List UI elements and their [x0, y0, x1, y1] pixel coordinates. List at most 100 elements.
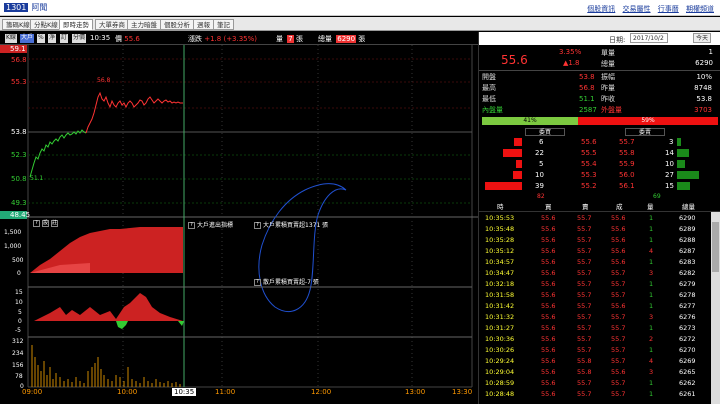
link-calendar[interactable]: 行事曆 [658, 5, 679, 13]
p3-tick-5: -5 [15, 327, 21, 334]
tick-ask: 55.7 [577, 379, 592, 387]
percent-button[interactable]: % [37, 34, 45, 43]
info-icon[interactable]: 註 [51, 220, 58, 227]
tick-row[interactable]: 10:28:48 55.6 55.7 55.7 1 6261 [479, 389, 720, 400]
xaxis-cursor: 10:35 [172, 388, 197, 396]
tab-notes[interactable]: 筆記 [213, 19, 234, 30]
bid-qty: 6 [539, 138, 544, 146]
ask-price: 56.0 [619, 171, 635, 179]
tab-realtime[interactable]: 即時走勢 [59, 19, 93, 30]
tick-row[interactable]: 10:31:58 55.6 55.7 55.7 1 6278 [479, 290, 720, 301]
tick-row[interactable]: 10:31:42 55.6 55.7 55.6 1 6277 [479, 301, 720, 312]
link-trade-attr[interactable]: 交易屬性 [623, 5, 651, 13]
orderbook-row[interactable]: 22 55.5 55.8 14 [479, 148, 720, 159]
tick-row[interactable]: 10:31:32 55.6 55.7 55.7 3 6276 [479, 312, 720, 323]
yaxis-top: 59.1 [0, 45, 27, 53]
tick-row[interactable]: 10:29:04 55.6 55.8 55.6 3 6265 [479, 367, 720, 378]
tick-ask: 55.7 [577, 269, 592, 277]
tick-col-ask: 賣 [582, 203, 589, 211]
tick-bid: 55.6 [541, 291, 556, 299]
stat-yvol-value: 8748 [694, 84, 712, 92]
tick-time: 10:28:59 [485, 379, 515, 387]
tick-price: 55.7 [611, 324, 626, 332]
total-unit: 張 [358, 35, 366, 43]
tick-time: 10:35:53 [485, 214, 515, 222]
order-button[interactable]: 訂 [60, 34, 69, 43]
tick-row[interactable]: 10:30:36 55.6 55.7 55.7 2 6272 [479, 334, 720, 345]
tick-row[interactable]: 10:35:12 55.6 55.7 55.6 4 6287 [479, 246, 720, 257]
tab-weekly[interactable]: 週報 [193, 19, 214, 30]
orderbook-row[interactable]: 10 55.3 56.0 27 [479, 170, 720, 181]
tick-ask: 55.7 [577, 258, 592, 266]
tick-bid: 55.6 [541, 214, 556, 222]
total-value: 6290 [336, 35, 357, 43]
link-options[interactable]: 期權頻道 [686, 5, 714, 13]
tick-total: 6279 [679, 280, 696, 288]
yaxis-level-3: 53.8 [11, 128, 27, 136]
price-dist-button[interactable]: 分價 [72, 34, 87, 43]
tick-row[interactable]: 10:35:53 55.6 55.7 55.6 1 6290 [479, 213, 720, 224]
intraday-chart-svg[interactable] [0, 45, 478, 404]
tab-stock-analysis[interactable]: 個股分析 [160, 19, 194, 30]
tick-qty: 1 [649, 324, 654, 332]
tick-row[interactable]: 10:30:26 55.6 55.7 55.7 1 6270 [479, 345, 720, 356]
net-button[interactable]: 淨 [48, 34, 57, 43]
buy-bar [516, 160, 522, 168]
bigplayer-button[interactable]: 大戶 [20, 34, 35, 43]
tick-bid: 55.6 [541, 357, 556, 365]
tick-price: 55.7 [611, 335, 626, 343]
tick-qty: 1 [649, 214, 654, 222]
tick-row[interactable]: 10:35:48 55.6 55.7 55.6 1 6289 [479, 224, 720, 235]
open-label: 51.1 [30, 175, 44, 182]
tick-time: 10:30:26 [485, 346, 515, 354]
retail-area [34, 293, 183, 321]
orderbook-row[interactable]: 39 55.2 56.1 15 [479, 181, 720, 192]
tab-chip-k[interactable]: 籌碼K線 [2, 19, 34, 30]
tick-bid: 55.6 [541, 335, 556, 343]
chart-area[interactable]: 59.1 56.8 55.3 53.8 52.3 50.8 49.3 48.45… [0, 45, 478, 404]
settings-icon[interactable]: 設 [42, 220, 49, 227]
quote-pct: 3.35% [559, 48, 582, 56]
tick-ask: 55.7 [577, 214, 592, 222]
tick-row[interactable]: 10:31:27 55.6 55.7 55.7 1 6273 [479, 323, 720, 334]
kline-button[interactable]: K線 [5, 34, 17, 43]
total-label: 總量 [318, 35, 332, 43]
tick-qty: 1 [649, 302, 654, 310]
tick-qty: 4 [649, 357, 654, 365]
tick-row[interactable]: 10:34:57 55.6 55.7 55.6 1 6283 [479, 257, 720, 268]
panel3-title: 散戶累積買賣超-7 張 [263, 279, 319, 286]
tick-time: 10:35:12 [485, 247, 515, 255]
vol-tick-4: 78 [15, 373, 23, 380]
tick-row[interactable]: 10:32:18 55.6 55.7 55.7 1 6279 [479, 279, 720, 290]
tick-row[interactable]: 10:34:47 55.6 55.7 55.7 3 6282 [479, 268, 720, 279]
tick-row[interactable]: 10:28:59 55.6 55.7 55.7 1 6262 [479, 378, 720, 389]
stat-open-value: 53.8 [579, 73, 595, 81]
bid-qty: 10 [535, 171, 544, 179]
p3-help-icon[interactable]: ? [254, 279, 261, 286]
yaxis-level-4: 52.3 [11, 151, 27, 159]
orderbook-row[interactable]: 5 55.4 55.9 10 [479, 159, 720, 170]
stock-title: 1301 阿聞 [4, 2, 47, 13]
tick-time: 10:32:18 [485, 280, 515, 288]
date-input[interactable]: 2017/10/2 [630, 33, 668, 43]
p2-help-icon[interactable]: ? [254, 222, 261, 229]
tick-qty: 3 [649, 368, 654, 376]
link-stock-info[interactable]: 個股資訊 [587, 5, 615, 13]
tick-bid: 55.6 [541, 247, 556, 255]
help-icon[interactable]: ? [33, 220, 40, 227]
tab-branch-k[interactable]: 分點K線 [30, 19, 62, 30]
p1-help-icon[interactable]: ? [188, 222, 195, 229]
tick-scrollbar[interactable] [711, 212, 720, 404]
buy-ratio: 41% [482, 117, 578, 125]
tick-ask: 55.7 [577, 335, 592, 343]
tick-price: 55.7 [611, 280, 626, 288]
today-button[interactable]: 今天 [693, 33, 712, 43]
tick-row[interactable]: 10:35:28 55.6 55.7 55.6 1 6288 [479, 235, 720, 246]
tab-big-broker[interactable]: 大單券商 [95, 19, 129, 30]
stat-yclose-label: 昨收 [601, 95, 615, 103]
tab-main-dark[interactable]: 主力暗盤 [127, 19, 161, 30]
scroll-thumb[interactable] [712, 222, 719, 272]
tick-row[interactable]: 10:29:24 55.6 55.8 55.7 4 6269 [479, 356, 720, 367]
orderbook-row[interactable]: 6 55.6 55.7 3 [479, 137, 720, 148]
tick-qty: 1 [649, 379, 654, 387]
